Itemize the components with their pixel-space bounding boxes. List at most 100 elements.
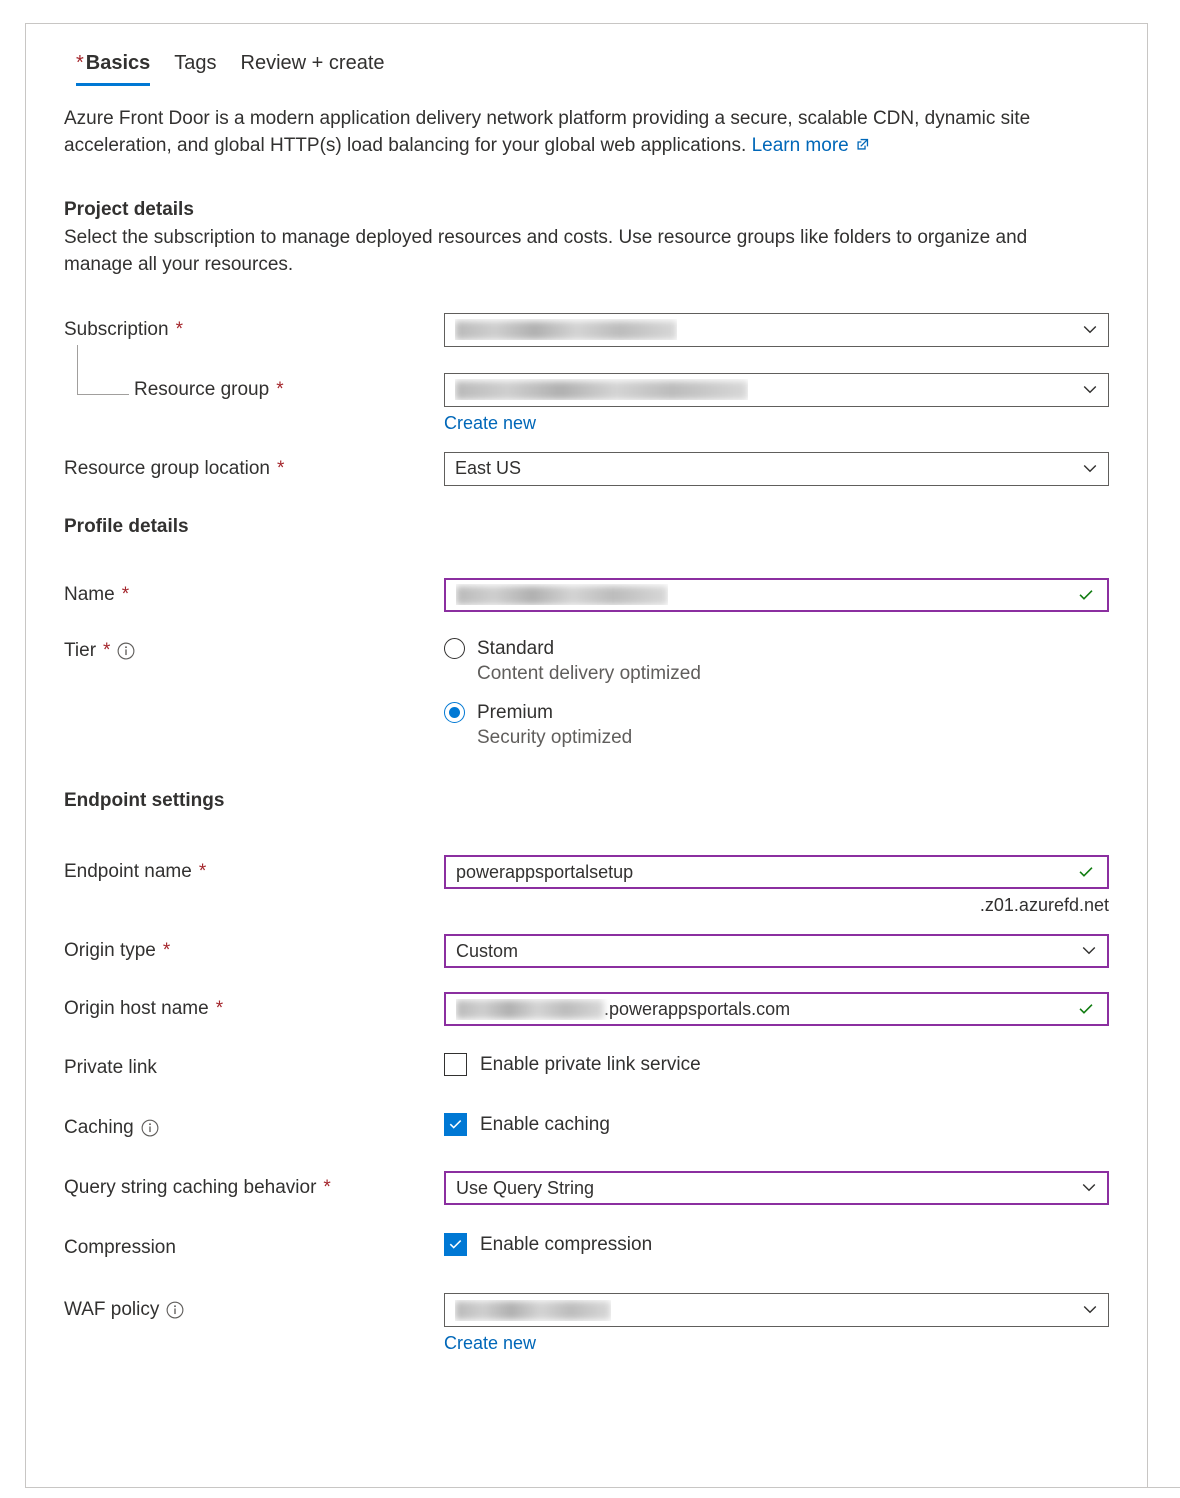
resource-group-location-required-asterisk: *: [277, 458, 284, 480]
origin-type-value: Custom: [456, 941, 518, 962]
origin-type-control: Custom: [444, 934, 1109, 968]
compression-control: Enable compression: [444, 1231, 1109, 1256]
tier-standard-label: Standard: [477, 638, 554, 659]
subscription-dropdown[interactable]: [444, 313, 1109, 347]
caching-checkbox-row[interactable]: Enable caching: [444, 1111, 1109, 1136]
profile-name-input[interactable]: [444, 578, 1109, 612]
profile-name-label: Name: [64, 584, 115, 606]
origin-host-name-input[interactable]: .powerappsportals.com: [444, 992, 1109, 1026]
endpoint-name-value: powerappsportalsetup: [456, 862, 633, 883]
private-link-checkbox-label: Enable private link service: [480, 1054, 701, 1076]
profile-name-control: [444, 578, 1109, 612]
resource-group-location-row: Resource group location * East US: [64, 452, 1109, 486]
tier-premium-sublabel: Security optimized: [477, 727, 632, 748]
endpoint-name-label-wrap: Endpoint name *: [64, 855, 444, 883]
chevron-down-icon: [1080, 1179, 1098, 1197]
radio-standard[interactable]: [444, 638, 465, 659]
resource-group-dropdown[interactable]: [444, 373, 1109, 407]
profile-details-heading: Profile details: [64, 516, 1109, 538]
query-string-caching-control: Use Query String: [444, 1171, 1109, 1205]
learn-more-label: Learn more: [752, 135, 849, 156]
endpoint-name-label: Endpoint name: [64, 861, 192, 883]
endpoint-name-required-asterisk: *: [199, 861, 206, 883]
query-string-caching-dropdown[interactable]: Use Query String: [444, 1171, 1109, 1205]
private-link-checkbox-row[interactable]: Enable private link service: [444, 1051, 1109, 1076]
origin-type-dropdown[interactable]: Custom: [444, 934, 1109, 968]
query-string-caching-value: Use Query String: [456, 1178, 594, 1199]
caching-row: Caching Enable caching: [64, 1111, 1109, 1145]
private-link-label-wrap: Private link: [64, 1051, 444, 1079]
resource-group-create-new-link[interactable]: Create new: [444, 413, 536, 434]
valid-check-icon: [1077, 586, 1095, 604]
checkbox-enable-compression[interactable]: [444, 1233, 467, 1256]
wizard-tabs: *Basics Tags Review + create: [64, 24, 1109, 86]
tab-basics[interactable]: *Basics: [64, 52, 162, 86]
learn-more-link[interactable]: Learn more: [752, 135, 849, 156]
tab-tags-label: Tags: [174, 52, 216, 74]
caching-label-wrap: Caching: [64, 1111, 444, 1139]
profile-name-label-wrap: Name*: [64, 578, 444, 606]
tab-tags[interactable]: Tags: [162, 52, 228, 86]
info-icon[interactable]: [141, 1119, 159, 1137]
origin-type-label-wrap: Origin type *: [64, 934, 444, 962]
private-link-row: Private link Enable private link service: [64, 1051, 1109, 1085]
endpoint-name-row: Endpoint name * powerappsportalsetup .z01…: [64, 855, 1109, 916]
waf-policy-create-new-link[interactable]: Create new: [444, 1333, 536, 1354]
origin-type-required-asterisk: *: [163, 940, 170, 962]
waf-policy-row: WAF policy Create new: [64, 1293, 1109, 1354]
waf-policy-dropdown[interactable]: [444, 1293, 1109, 1327]
subscription-label: Subscription: [64, 319, 169, 341]
resource-group-location-label: Resource group location: [64, 458, 270, 480]
resource-group-row: Resource group* Create new: [64, 373, 1109, 434]
endpoint-settings-heading: Endpoint settings: [64, 790, 1109, 812]
resource-group-location-label-wrap: Resource group location *: [64, 452, 444, 480]
tier-premium-label: Premium: [477, 702, 553, 723]
endpoint-name-input[interactable]: powerappsportalsetup: [444, 855, 1109, 889]
origin-host-name-required-asterisk: *: [216, 998, 223, 1020]
tab-basics-label: Basics: [86, 52, 151, 74]
chevron-down-icon: [1081, 381, 1099, 399]
origin-host-name-label: Origin host name: [64, 998, 209, 1020]
compression-checkbox-row[interactable]: Enable compression: [444, 1231, 1109, 1256]
resource-group-label: Resource group: [134, 379, 269, 401]
redacted-profile-name-value: [456, 586, 668, 605]
query-string-caching-label-wrap: Query string caching behavior *: [64, 1171, 444, 1199]
compression-row: Compression Enable compression: [64, 1231, 1109, 1265]
resource-group-control: Create new: [444, 373, 1109, 434]
create-front-door-panel: *Basics Tags Review + create Azure Front…: [25, 23, 1148, 1487]
tier-label: Tier: [64, 640, 96, 662]
query-string-caching-required-asterisk: *: [323, 1177, 330, 1199]
tier-option-premium[interactable]: Premium Security optimized: [444, 700, 1109, 750]
resource-group-location-control: East US: [444, 452, 1109, 486]
compression-label-wrap: Compression: [64, 1231, 444, 1259]
chevron-down-icon: [1081, 460, 1099, 478]
origin-type-row: Origin type * Custom: [64, 934, 1109, 968]
radio-premium[interactable]: [444, 702, 465, 723]
valid-check-icon: [1077, 1000, 1095, 1018]
resource-group-location-dropdown[interactable]: East US: [444, 452, 1109, 486]
waf-policy-label: WAF policy: [64, 1299, 159, 1321]
query-string-caching-label: Query string caching behavior: [64, 1177, 316, 1199]
tier-row: Tier* Standard Content delivery optimize…: [64, 634, 1109, 750]
info-icon[interactable]: [166, 1301, 184, 1319]
origin-host-name-domain: .powerappsportals.com: [604, 999, 790, 1019]
resource-group-label-wrap: Resource group*: [64, 373, 444, 401]
checkbox-enable-private-link[interactable]: [444, 1053, 467, 1076]
intro-text: Azure Front Door is a modern application…: [64, 108, 1030, 156]
private-link-control: Enable private link service: [444, 1051, 1109, 1076]
endpoint-name-control: powerappsportalsetup .z01.azurefd.net: [444, 855, 1109, 916]
tier-standard-sublabel: Content delivery optimized: [477, 663, 701, 684]
subscription-label-wrap: Subscription*: [64, 313, 444, 341]
tab-review-create[interactable]: Review + create: [229, 52, 397, 86]
checkbox-enable-caching[interactable]: [444, 1113, 467, 1136]
info-icon[interactable]: [117, 642, 135, 660]
profile-name-value: [456, 584, 668, 605]
origin-host-name-row: Origin host name * .powerappsportals.com: [64, 992, 1109, 1026]
redacted-subscription-value: [455, 321, 677, 340]
valid-check-icon: [1077, 863, 1095, 881]
compression-label: Compression: [64, 1237, 176, 1259]
tier-option-standard[interactable]: Standard Content delivery optimized: [444, 636, 1109, 686]
origin-type-label: Origin type: [64, 940, 156, 962]
caching-checkbox-label: Enable caching: [480, 1114, 610, 1136]
private-link-label: Private link: [64, 1057, 157, 1079]
